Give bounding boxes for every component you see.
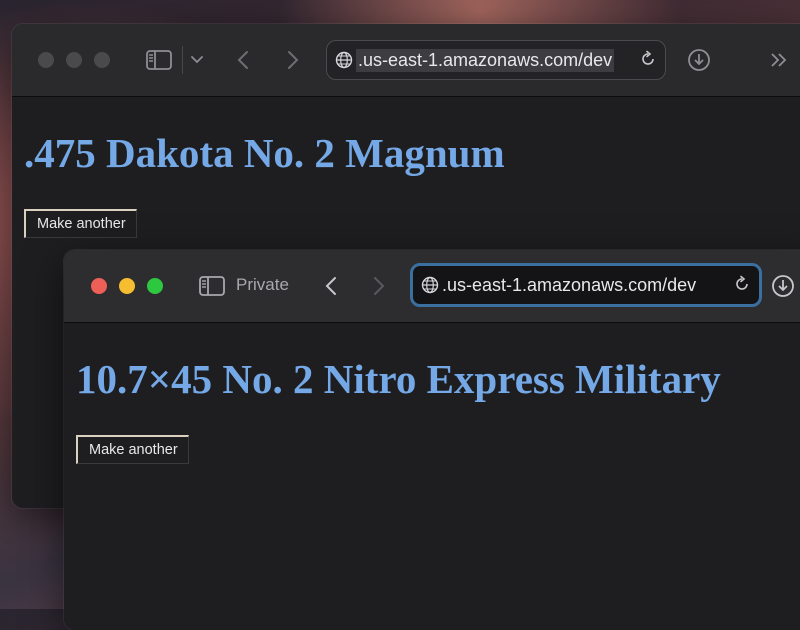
- globe-icon: [421, 276, 439, 294]
- forward-icon[interactable]: [280, 48, 306, 72]
- address-bar[interactable]: .us-east-1.amazonaws.com/dev: [326, 40, 666, 80]
- overflow-icon[interactable]: [766, 48, 792, 72]
- zoom-button[interactable]: [147, 278, 163, 294]
- reload-icon[interactable]: [639, 50, 657, 68]
- page-heading: .475 Dakota No. 2 Magnum: [24, 130, 505, 176]
- minimize-button[interactable]: [66, 52, 82, 68]
- reload-icon[interactable]: [733, 275, 751, 293]
- download-icon[interactable]: [686, 48, 712, 72]
- globe-icon: [335, 51, 353, 69]
- url-text: .us-east-1.amazonaws.com/dev: [442, 274, 697, 295]
- toolbar-divider: [182, 46, 183, 74]
- address-bar[interactable]: .us-east-1.amazonaws.com/dev: [410, 263, 762, 307]
- minimize-button[interactable]: [119, 278, 135, 294]
- toolbar: .us-east-1.amazonaws.com/dev: [12, 24, 800, 97]
- page-content: 10.7×45 No. 2 Nitro Express Military Mak…: [64, 323, 800, 630]
- chevron-down-icon[interactable]: [184, 48, 210, 72]
- download-icon[interactable]: [770, 274, 796, 298]
- forward-icon[interactable]: [366, 274, 392, 298]
- make-another-button[interactable]: Make another: [76, 435, 189, 464]
- sidebar-icon[interactable]: [199, 274, 225, 298]
- browser-window-front[interactable]: Private .us-east-1.amazonaws.com/dev 10.…: [64, 250, 800, 630]
- page-heading: 10.7×45 No. 2 Nitro Express Military: [76, 356, 721, 402]
- url-text: .us-east-1.amazonaws.com/dev: [356, 48, 615, 72]
- private-label: Private: [236, 275, 289, 294]
- sidebar-icon[interactable]: [146, 48, 172, 72]
- back-icon[interactable]: [318, 274, 344, 298]
- toolbar: Private .us-east-1.amazonaws.com/dev: [64, 250, 800, 323]
- zoom-button[interactable]: [94, 52, 110, 68]
- back-icon[interactable]: [230, 48, 256, 72]
- close-button[interactable]: [91, 278, 107, 294]
- close-button[interactable]: [38, 52, 54, 68]
- make-another-button[interactable]: Make another: [24, 209, 137, 238]
